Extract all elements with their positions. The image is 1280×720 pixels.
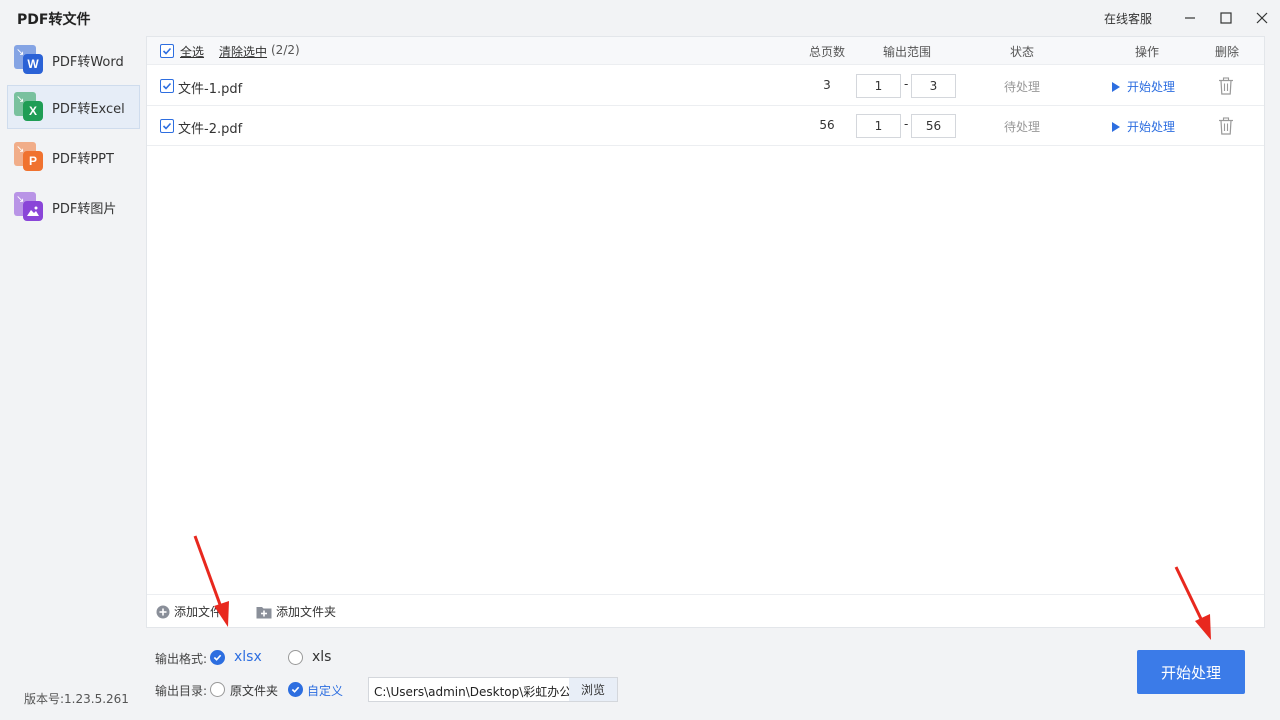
page-count: 3 <box>823 78 831 92</box>
range-from-input[interactable]: 1 <box>856 74 901 98</box>
close-button[interactable] <box>1244 0 1280 36</box>
excel-file-icon: ↘ X <box>14 92 44 122</box>
dir-radio-source-folder[interactable] <box>210 682 225 697</box>
range-separator: - <box>904 77 909 91</box>
file-name: 文件-1.pdf <box>178 82 243 97</box>
file-panel-footer: 添加文件 添加文件夹 <box>147 594 1264 627</box>
close-icon <box>1256 12 1268 24</box>
sidebar-item-label: PDF转图片 <box>52 201 117 217</box>
clear-selection-link[interactable]: 清除选中 <box>219 43 267 60</box>
play-icon <box>1112 81 1120 92</box>
sidebar-item-pdf-to-word[interactable]: ↘ W PDF转Word <box>7 38 140 82</box>
check-icon <box>162 47 172 55</box>
start-process-label: 开始处理 <box>1127 120 1176 134</box>
start-process-link[interactable]: 开始处理 <box>1112 118 1175 135</box>
select-all-checkbox[interactable] <box>160 44 174 58</box>
output-format-label: 输出格式: <box>155 652 208 666</box>
output-path-field[interactable]: C:\Users\admin\Desktop\彩虹办公 浏览 <box>368 677 618 702</box>
header-pages: 总页数 <box>808 45 845 59</box>
row-checkbox[interactable] <box>160 119 174 133</box>
select-all-link[interactable]: 全选 <box>180 43 204 60</box>
dir-radio-custom[interactable] <box>288 682 303 697</box>
header-delete: 删除 <box>1214 45 1239 59</box>
range-from-input[interactable]: 1 <box>856 114 901 138</box>
header-range: 输出范围 <box>882 45 931 59</box>
dir-option-source-folder[interactable]: 原文件夹 <box>230 682 278 699</box>
sidebar: ↘ W PDF转Word ↘ X PDF转Excel ↘ P PDF转PPT ↘… <box>0 36 146 720</box>
start-process-button[interactable]: 开始处理 <box>1137 650 1245 694</box>
table-row: 文件-1.pdf 3 1 - 3 待处理 开始处理 <box>147 66 1264 106</box>
check-icon <box>291 686 300 693</box>
format-option-xlsx[interactable]: xlsx <box>234 649 262 665</box>
range-to-input[interactable]: 56 <box>911 114 956 138</box>
sidebar-item-label: PDF转Excel <box>52 101 125 117</box>
check-icon <box>213 654 222 661</box>
minimize-icon <box>1185 17 1195 19</box>
add-folder-label: 添加文件夹 <box>276 605 337 619</box>
browse-button[interactable]: 浏览 <box>569 678 617 701</box>
check-icon <box>162 122 172 130</box>
table-header: 全选 清除选中 (2/2) 总页数 输出范围 状态 操作 删除 <box>147 37 1264 65</box>
range-separator: - <box>904 117 909 131</box>
title-bar: PDF转文件 在线客服 <box>0 0 1280 36</box>
minimize-button[interactable] <box>1172 0 1208 36</box>
add-file-label: 添加文件 <box>174 605 223 619</box>
play-icon <box>1112 121 1120 132</box>
sidebar-item-label: PDF转PPT <box>52 151 114 167</box>
maximize-icon <box>1220 12 1232 24</box>
selection-count: (2/2) <box>271 43 300 57</box>
add-folder-button[interactable]: 添加文件夹 <box>256 603 336 620</box>
word-file-icon: ↘ W <box>14 45 44 75</box>
header-action: 操作 <box>1134 45 1159 59</box>
version-label: 版本号:1.23.5.261 <box>24 692 129 706</box>
start-process-link[interactable]: 开始处理 <box>1112 78 1175 95</box>
row-checkbox[interactable] <box>160 79 174 93</box>
format-option-xls[interactable]: xls <box>312 649 331 665</box>
page-count: 56 <box>819 118 835 132</box>
sidebar-item-label: PDF转Word <box>52 54 124 70</box>
file-list-panel: 全选 清除选中 (2/2) 总页数 输出范围 状态 操作 删除 文件-1.pdf… <box>146 36 1265 628</box>
online-service-link[interactable]: 在线客服 <box>1104 10 1152 27</box>
maximize-button[interactable] <box>1208 0 1244 36</box>
window-controls: 在线客服 <box>1104 0 1280 36</box>
dir-option-custom[interactable]: 自定义 <box>307 682 343 699</box>
add-file-button[interactable]: 添加文件 <box>156 603 222 620</box>
start-process-label: 开始处理 <box>1127 80 1176 94</box>
sidebar-item-pdf-to-excel[interactable]: ↘ X PDF转Excel <box>7 85 140 129</box>
trash-icon[interactable] <box>1218 77 1234 95</box>
output-dir-label: 输出目录: <box>155 684 208 698</box>
sidebar-item-pdf-to-ppt[interactable]: ↘ P PDF转PPT <box>7 135 140 179</box>
file-name: 文件-2.pdf <box>178 122 243 137</box>
range-to-input[interactable]: 3 <box>911 74 956 98</box>
ppt-file-icon: ↘ P <box>14 142 44 172</box>
table-row: 文件-2.pdf 56 1 - 56 待处理 开始处理 <box>147 106 1264 146</box>
app-title: PDF转文件 <box>17 12 91 28</box>
folder-plus-icon <box>256 606 272 618</box>
image-file-icon: ↘ <box>14 192 44 222</box>
format-radio-xlsx[interactable] <box>210 650 225 665</box>
status-text: 待处理 <box>1003 80 1040 94</box>
sidebar-item-pdf-to-image[interactable]: ↘ PDF转图片 <box>7 185 140 229</box>
plus-circle-icon <box>156 605 170 618</box>
status-text: 待处理 <box>1003 120 1040 134</box>
output-path-value: C:\Users\admin\Desktop\彩虹办公 <box>374 685 570 699</box>
trash-icon[interactable] <box>1218 117 1234 135</box>
format-radio-xls[interactable] <box>288 650 303 665</box>
check-icon <box>162 82 172 90</box>
header-status: 状态 <box>1009 45 1034 59</box>
